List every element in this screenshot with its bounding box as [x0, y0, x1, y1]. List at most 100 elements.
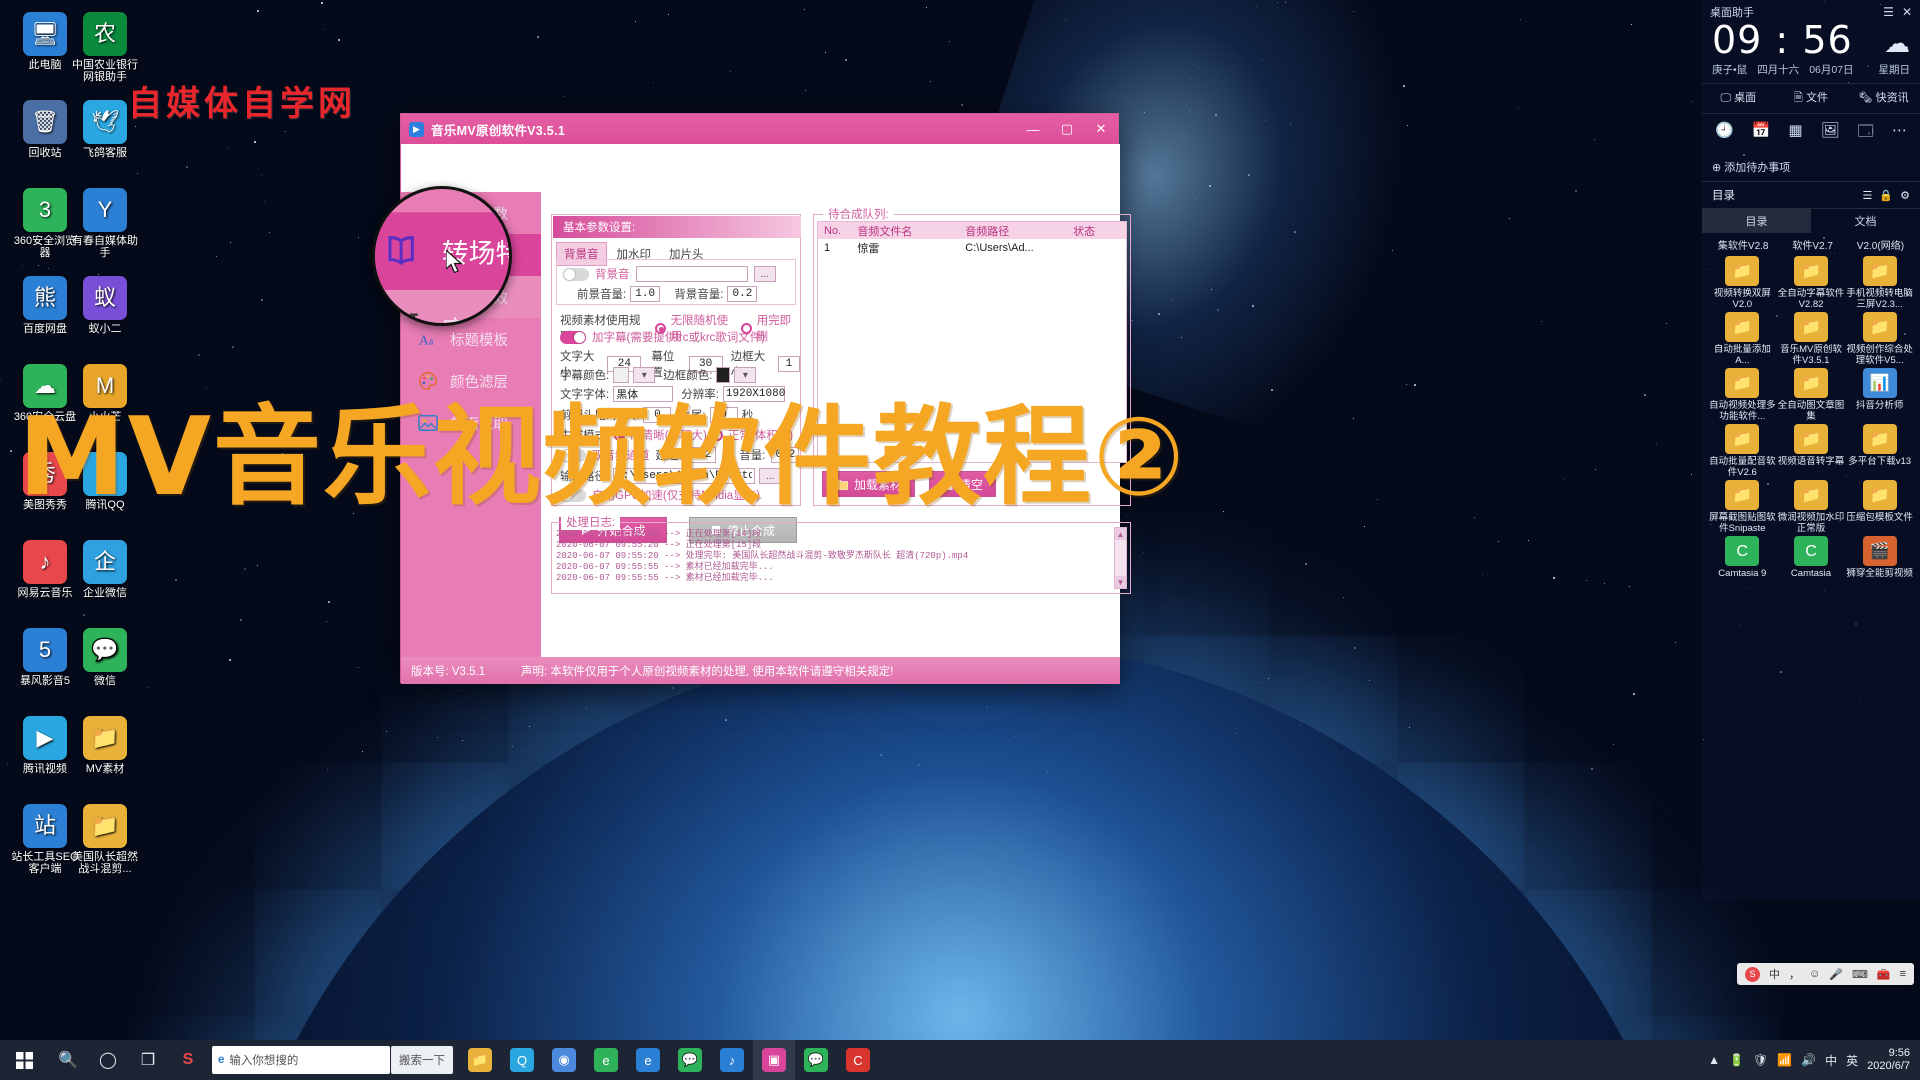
- tray-ime-lang[interactable]: 中: [1825, 1052, 1837, 1069]
- start-button[interactable]: [0, 1040, 48, 1080]
- ime-item-5[interactable]: 🧰: [1877, 968, 1891, 981]
- taskbar-app-folder[interactable]: 📁: [459, 1040, 501, 1080]
- assistant-item-label: 音乐MV原创软件V3.5.1: [1780, 344, 1842, 366]
- close-icon[interactable]: ✕: [1902, 5, 1912, 19]
- assistant-tab-2[interactable]: 🗞 快资讯: [1847, 84, 1920, 113]
- maximize-button[interactable]: ▢: [1050, 114, 1084, 144]
- list-icon[interactable]: ☰: [1863, 189, 1873, 202]
- tray-ime-mode[interactable]: 英: [1846, 1052, 1858, 1069]
- tray-volume-icon[interactable]: 🔊: [1801, 1053, 1816, 1067]
- close-button[interactable]: ✕: [1084, 114, 1118, 144]
- taskbar-search-input[interactable]: e 输入你想搜的: [212, 1046, 390, 1074]
- bgm-path-input[interactable]: [635, 266, 748, 282]
- gear-icon[interactable]: ⚙: [1900, 189, 1910, 202]
- list-item[interactable]: 📁 手机视频转电脑三屏V2.3...: [1845, 256, 1914, 310]
- taskbar-app-weixin[interactable]: 💬: [669, 1040, 711, 1080]
- log-scroll-up-icon[interactable]: ▲: [1115, 528, 1126, 540]
- desktop-icon-13[interactable]: 企企业微信: [70, 540, 140, 599]
- desktop-icon-7[interactable]: 蚁蚁小二: [70, 276, 140, 335]
- cortana-circle-icon[interactable]: ◯: [88, 1040, 128, 1080]
- desktop-icon-5[interactable]: Y 有春自媒体助手: [70, 188, 140, 259]
- log-scroll-down-icon[interactable]: ▼: [1115, 576, 1126, 588]
- assistant-column-1[interactable]: 文档: [1811, 209, 1920, 233]
- gregorian-date: 06月07日: [1809, 64, 1854, 76]
- list-item[interactable]: 📁 微润视频加水印正常版: [1777, 480, 1846, 534]
- sidebar-item-1[interactable]: 转场特效: [375, 212, 509, 290]
- assistant-tab-1[interactable]: 🗎 文件: [1775, 84, 1848, 113]
- ime-item-4[interactable]: ⌨: [1852, 968, 1868, 981]
- desktop-icon-15[interactable]: 💬 微信: [70, 628, 140, 687]
- screen-icon[interactable]: 🗔: [1858, 121, 1874, 146]
- ime-item-0[interactable]: 中: [1769, 966, 1780, 982]
- taskbar-app-ie[interactable]: e: [627, 1040, 669, 1080]
- list-item[interactable]: C Camtasia: [1777, 536, 1846, 590]
- list-item[interactable]: 📁 音乐MV原创软件V3.5.1: [1777, 312, 1846, 366]
- assistant-text-item-2[interactable]: V2.0(网络): [1857, 237, 1904, 252]
- assistant-text-item-0[interactable]: 集软件V2.8: [1718, 237, 1769, 252]
- taskbar-search-button[interactable]: 搬索一下: [391, 1046, 453, 1074]
- list-item[interactable]: 📁 自动批量配音软件V2.6: [1708, 424, 1777, 478]
- desktop-icon-17[interactable]: 📁 MV素材: [70, 716, 140, 775]
- clock-icon[interactable]: 🕘: [1715, 121, 1734, 146]
- app-titlebar[interactable]: ▶ 音乐MV原创软件V3.5.1 — ▢ ✕: [401, 114, 1118, 144]
- list-item[interactable]: 📁 自动批量添加A...: [1708, 312, 1777, 366]
- sogou-icon[interactable]: S: [168, 1040, 208, 1080]
- assistant-column-0[interactable]: 目录: [1702, 209, 1811, 233]
- taskbar-app-app[interactable]: ♪: [711, 1040, 753, 1080]
- assistant-tab-0[interactable]: 🖵 桌面: [1702, 84, 1775, 113]
- ime-item-2[interactable]: ☺: [1809, 968, 1820, 980]
- list-item[interactable]: 📁 全自动图文章图集: [1777, 368, 1846, 422]
- list-item[interactable]: 📁 视频转换双屏V2.0: [1708, 256, 1777, 310]
- tray-network-icon[interactable]: 📶: [1777, 1053, 1792, 1067]
- ime-item-6[interactable]: ≡: [1900, 968, 1906, 980]
- taskbar-app-camtasia[interactable]: C: [837, 1040, 879, 1080]
- tray-clock[interactable]: 9:56 2020/6/7: [1867, 1047, 1910, 1073]
- sidebar-item-3[interactable]: Aa 标题模板: [401, 318, 541, 360]
- taskbar-app-edge[interactable]: e: [585, 1040, 627, 1080]
- taskbar-app-chrome[interactable]: ◉: [543, 1040, 585, 1080]
- log-scrollbar[interactable]: ▲ ▼: [1114, 527, 1127, 589]
- bg-volume-input[interactable]: [727, 286, 758, 302]
- taskbar-app-mvsoft[interactable]: ▣: [753, 1040, 795, 1080]
- list-item[interactable]: 📊 抖音分析师: [1845, 368, 1914, 422]
- list-item[interactable]: 📁 多平台下载v13: [1845, 424, 1914, 478]
- list-item[interactable]: C Camtasia 9: [1708, 536, 1777, 590]
- hamburger-icon[interactable]: ☰: [1883, 5, 1894, 19]
- list-item[interactable]: 🎬 狮穿全能剪视频: [1845, 536, 1914, 590]
- ime-item-1[interactable]: ，: [1789, 966, 1800, 982]
- ime-toolbar[interactable]: S 中 ， ☺ 🎤 ⌨ 🧰 ≡: [1737, 963, 1914, 985]
- sidebar-item-0[interactable]: 基本参数: [375, 189, 509, 212]
- assistant-add-todo[interactable]: ⊕ 添加待办事项: [1702, 153, 1920, 182]
- tray-arrow-icon[interactable]: ▲: [1708, 1053, 1720, 1067]
- list-item[interactable]: 📁 压缩包模板文件: [1845, 480, 1914, 534]
- list-item[interactable]: 📁 全自动字幕软件V2.82: [1777, 256, 1846, 310]
- taskbar-app-qq[interactable]: Q: [501, 1040, 543, 1080]
- list-item[interactable]: 📁 屏幕截图贴图软件Snipaste: [1708, 480, 1777, 534]
- desktop-icon-19[interactable]: 📁 美国队长超然战斗混剪...: [70, 804, 140, 875]
- tray-battery-icon[interactable]: 🔋: [1729, 1053, 1744, 1067]
- list-item[interactable]: 📁 视频语音转字幕: [1777, 424, 1846, 478]
- bgm-toggle[interactable]: [563, 267, 589, 281]
- table-row[interactable]: 1 惊雷 C:\Users\Ad...: [818, 239, 1126, 256]
- assistant-text-item-1[interactable]: 软件V2.7: [1792, 237, 1833, 252]
- image-icon[interactable]: 🖼: [1821, 121, 1840, 146]
- list-item[interactable]: 📁 自动视频处理多功能软件...: [1708, 368, 1777, 422]
- lock-icon[interactable]: 🔒: [1879, 189, 1893, 202]
- fg-volume-input[interactable]: [630, 286, 661, 302]
- bgm-browse-button[interactable]: ...: [753, 266, 776, 282]
- log-group: 处理日志: 2020-06-07 09:55:20 --> 正在处理第[14]段…: [551, 514, 1131, 594]
- search-icon[interactable]: 🔍: [48, 1040, 88, 1080]
- tray-shield-icon[interactable]: 🛡: [1753, 1053, 1768, 1067]
- more-icon[interactable]: ⋯: [1892, 121, 1907, 146]
- grid-icon[interactable]: ▦: [1788, 121, 1802, 146]
- taskview-icon[interactable]: ❒: [128, 1040, 168, 1080]
- sogou-logo-icon[interactable]: S: [1745, 966, 1761, 982]
- list-item[interactable]: 📁 视频创作综合处理软件V5...: [1845, 312, 1914, 366]
- minimize-button[interactable]: —: [1016, 114, 1050, 144]
- subtitle-toggle[interactable]: [560, 330, 586, 344]
- sidebar-item-2[interactable]: AB字幕特效: [375, 290, 509, 323]
- desktop-icon-1[interactable]: 农中国农业银行网银助手: [70, 12, 140, 83]
- ime-item-3[interactable]: 🎤: [1829, 968, 1843, 981]
- cal-icon[interactable]: 📅: [1752, 121, 1771, 146]
- taskbar-app-wechat2[interactable]: 💬: [795, 1040, 837, 1080]
